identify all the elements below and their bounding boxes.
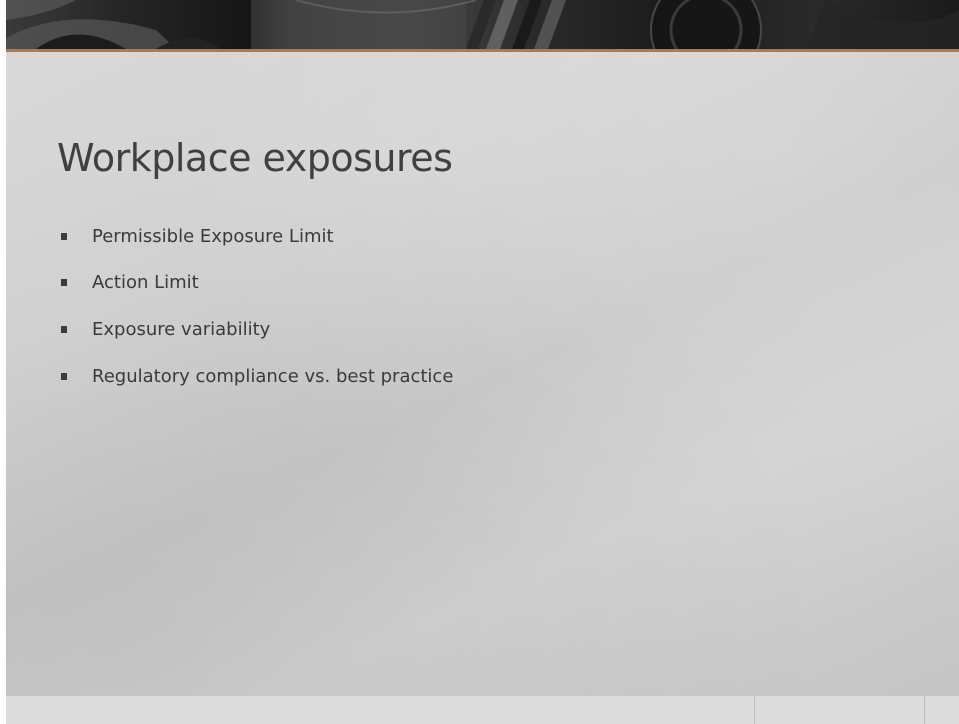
square-bullet-icon	[61, 279, 67, 287]
bullet-text: Exposure variability	[92, 318, 271, 340]
header-banner-image	[6, 0, 959, 49]
slide-title: Workplace exposures	[57, 136, 453, 180]
bullet-text: Permissible Exposure Limit	[92, 225, 334, 247]
bullet-text: Action Limit	[92, 272, 199, 294]
bullet-item: Regulatory compliance vs. best practice	[61, 364, 453, 388]
banner-graphic	[6, 0, 959, 49]
bullet-item: Permissible Exposure Limit	[61, 224, 453, 248]
square-bullet-icon	[61, 232, 67, 240]
bullet-text: Regulatory compliance vs. best practice	[92, 365, 454, 387]
bullet-item: Action Limit	[61, 271, 453, 295]
bullet-list: Permissible Exposure Limit Action Limit …	[61, 224, 453, 411]
square-bullet-icon	[61, 325, 67, 333]
header-accent-line	[6, 49, 959, 52]
footer-text-area	[6, 696, 754, 724]
slide: Workplace exposures Permissible Exposure…	[6, 0, 959, 724]
footer-date-area	[754, 696, 925, 724]
square-bullet-icon	[61, 372, 67, 380]
slide-footer	[6, 696, 959, 724]
bullet-item: Exposure variability	[61, 317, 453, 341]
footer-page-number	[924, 696, 959, 724]
